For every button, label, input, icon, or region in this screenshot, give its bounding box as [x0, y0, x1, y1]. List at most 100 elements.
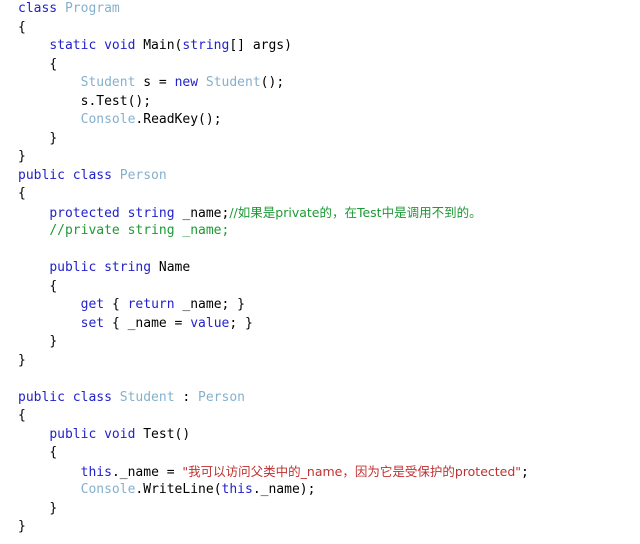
code-line: public class Person: [0, 167, 640, 186]
code-line: static void Main(string[] args): [0, 37, 640, 56]
code-token-plain: s =: [135, 75, 175, 90]
code-token-type: Console: [80, 482, 136, 497]
code-token-plain: Name: [158, 260, 191, 275]
code-token-plain: :: [174, 389, 199, 405]
code-line: public class Student : Person: [0, 389, 640, 408]
code-token-plain: }: [49, 334, 58, 349]
code-token-plain: ._name =: [111, 464, 183, 480]
code-line: this._name = "我可以访问父类中的_name，因为它是受保护的pro…: [0, 463, 640, 482]
code-token-keyword: return: [127, 297, 183, 312]
code-line: Console.WriteLine(this._name);: [0, 481, 640, 500]
code-token-keyword: this: [80, 464, 112, 480]
code-token-comment: //private string _name;: [49, 223, 230, 238]
code-token-type: Person: [198, 389, 245, 405]
code-token-type: Person: [119, 167, 167, 183]
code-line: }: [0, 518, 640, 537]
code-token-plain: ;: [521, 464, 529, 480]
code-line: //private string _name;: [0, 222, 640, 241]
code-token-plain: { _name =: [111, 315, 191, 331]
code-token-plain: {: [18, 186, 26, 201]
code-line: }: [0, 500, 640, 519]
code-line: {: [0, 56, 640, 75]
code-token-plain: }: [18, 352, 26, 368]
code-token-plain: Test(): [143, 426, 191, 442]
code-block[interactable]: class Program{ static void Main(string[]…: [0, 0, 640, 544]
code-token-comment: //如果是private的，在Test中是调用不到的。: [229, 204, 482, 220]
code-token-plain: {: [18, 408, 26, 423]
code-token-keyword: new: [174, 75, 206, 90]
code-token-keyword: public void: [49, 426, 144, 442]
code-token-keyword: value: [190, 315, 230, 331]
code-line: }: [0, 148, 640, 167]
code-line: public void Test(): [0, 426, 640, 445]
code-token-keyword: public class: [18, 167, 120, 183]
code-token-plain: }: [49, 500, 58, 516]
code-token-plain: ; }: [229, 315, 253, 331]
code-token-keyword: class: [18, 1, 65, 16]
code-token-keyword: get: [80, 297, 112, 312]
code-line: s.Test();: [0, 93, 640, 112]
code-token-type: Student: [119, 389, 175, 405]
code-token-plain: _name; }: [182, 297, 246, 312]
code-token-plain: _name;: [182, 205, 230, 221]
code-line: Console.ReadKey();: [0, 111, 640, 130]
code-token-plain: .WriteLine(: [135, 482, 222, 497]
code-token-type: Student: [80, 75, 136, 90]
code-token-plain: [] args): [229, 38, 292, 53]
code-token-keyword: public string: [49, 260, 159, 275]
code-token-keyword: this: [221, 482, 253, 497]
code-token-plain: Main(: [143, 38, 183, 53]
code-token-plain: }: [49, 130, 58, 146]
code-token-keyword: set: [80, 315, 112, 331]
code-line: get { return _name; }: [0, 296, 640, 315]
code-line: set { _name = value; }: [0, 315, 640, 334]
code-token-keyword: protected string: [49, 205, 183, 221]
code-token-plain: s.Test();: [80, 93, 152, 109]
code-token-plain: ();: [260, 75, 285, 90]
code-token-keyword: public class: [18, 389, 120, 405]
code-token-type: Program: [64, 1, 120, 16]
code-line: {: [0, 19, 640, 38]
code-token-plain: {: [49, 56, 58, 72]
code-line: }: [0, 130, 640, 149]
code-line: {: [0, 444, 640, 463]
code-line: }: [0, 352, 640, 371]
code-line: Student s = new Student();: [0, 74, 640, 93]
code-line: class Program: [0, 0, 640, 19]
code-token-plain: ._name);: [252, 482, 316, 497]
code-token-plain: {: [49, 445, 58, 460]
code-token-type: Student: [205, 75, 261, 90]
code-line: protected string _name;//如果是private的，在Te…: [0, 204, 640, 223]
code-token-plain: {: [18, 19, 26, 35]
code-token-string: "我可以访问父类中的_name，因为它是受保护的protected": [182, 463, 522, 479]
code-token-plain: {: [111, 297, 128, 312]
code-token-plain: {: [49, 278, 58, 294]
code-line: public string Name: [0, 259, 640, 278]
code-line: {: [0, 185, 640, 204]
code-line: }: [0, 333, 640, 352]
code-token-plain: .ReadKey();: [135, 112, 222, 127]
code-token-keyword: string: [182, 38, 230, 53]
code-line: {: [0, 278, 640, 297]
code-token-type: Console: [80, 112, 136, 127]
code-token-plain: }: [18, 149, 26, 164]
